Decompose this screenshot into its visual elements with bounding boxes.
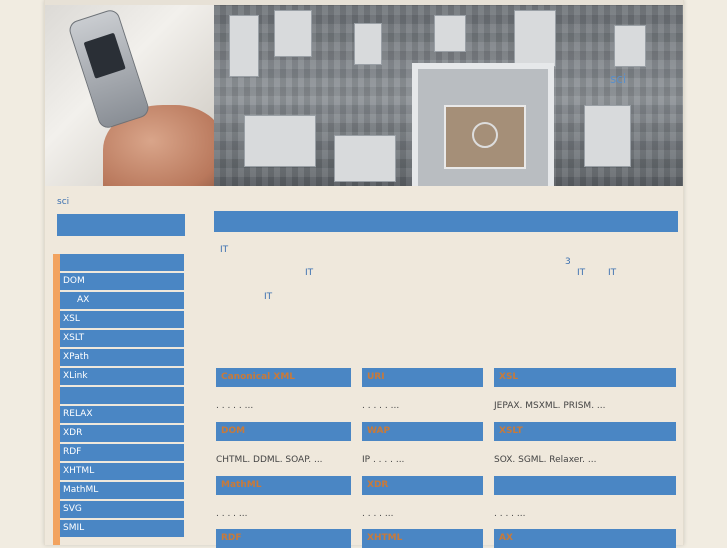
- sidebar-item-label: AX: [77, 295, 90, 305]
- sidebar-item[interactable]: [60, 254, 184, 271]
- sidebar-item-label: XDR: [63, 428, 83, 438]
- main-header-bar: [214, 211, 678, 232]
- sidebar-item-label: SVG: [63, 504, 82, 514]
- site-logo-text: sci: [610, 72, 627, 86]
- sidebar-item[interactable]: XHTML: [60, 463, 184, 480]
- category-card-text: JEPAX. MSXML. PRISM. ...: [494, 401, 606, 411]
- category-card-text: . . . . . ...: [362, 401, 400, 411]
- sidebar-item-label: XPath: [63, 352, 89, 362]
- intro-text: 3: [565, 257, 571, 267]
- banner-phone-photo: [45, 5, 223, 186]
- category-card-text: . . . . ...: [362, 509, 394, 519]
- category-card-title[interactable]: AX: [494, 529, 676, 548]
- intro-text: IT: [577, 268, 586, 278]
- sidebar-item[interactable]: DOM: [60, 273, 184, 290]
- sidebar-item[interactable]: RELAX: [60, 406, 184, 423]
- intro-text: IT: [608, 268, 617, 278]
- category-card-title[interactable]: MathML: [216, 476, 351, 495]
- mobile-phone-image: [66, 7, 152, 131]
- header-banner: sci: [45, 5, 683, 186]
- sidebar-header-bar: [57, 214, 185, 236]
- sidebar-item[interactable]: XDR: [60, 425, 184, 442]
- sidebar-item-label: MathML: [63, 485, 99, 495]
- category-card-title[interactable]: XDR: [362, 476, 483, 495]
- category-card-title[interactable]: WAP: [362, 422, 483, 441]
- category-card-text: . . . . ...: [216, 509, 248, 519]
- category-card-title[interactable]: XSLT: [494, 422, 676, 441]
- category-card-title[interactable]: DOM: [216, 422, 351, 441]
- sidebar-item-label: RELAX: [63, 409, 93, 419]
- category-card-title[interactable]: RDF: [216, 529, 351, 548]
- intro-text: IT: [305, 268, 314, 278]
- breadcrumb-home-link[interactable]: sci: [57, 197, 69, 207]
- sidebar-item[interactable]: AX: [60, 292, 184, 309]
- helipad-marker-icon: [472, 122, 498, 148]
- sidebar-item-label: RDF: [63, 447, 82, 457]
- category-card-text: CHTML. DDML. SOAP. ...: [216, 455, 323, 465]
- category-card-title[interactable]: Canonical XML: [216, 368, 351, 387]
- sidebar-item-label: XSL: [63, 314, 80, 324]
- page-container: sci sci DOM AX XSL XSLT XPath XLink RELAX XDR RD…: [44, 0, 684, 548]
- category-card-text: IP . . . . ...: [362, 455, 405, 465]
- sidebar-item-label: XHTML: [63, 466, 95, 476]
- sidebar-item[interactable]: XSLT: [60, 330, 184, 347]
- sidebar-item[interactable]: SVG: [60, 501, 184, 518]
- sidebar-item[interactable]: XLink: [60, 368, 184, 385]
- sidebar-item[interactable]: [60, 387, 184, 404]
- category-card-title[interactable]: XHTML: [362, 529, 483, 548]
- sidebar-item[interactable]: XPath: [60, 349, 184, 366]
- sidebar-item[interactable]: XSL: [60, 311, 184, 328]
- sidebar-item[interactable]: SMIL: [60, 520, 184, 537]
- category-card-text: SOX. SGML. Relaxer. ...: [494, 455, 597, 465]
- sidebar-item-label: SMIL: [63, 523, 85, 533]
- sidebar-item-label: XSLT: [63, 333, 85, 343]
- sidebar-nav: DOM AX XSL XSLT XPath XLink RELAX XDR RDF XHTML Ma…: [53, 254, 191, 545]
- category-card-text: . . . . ...: [494, 509, 526, 519]
- sidebar-item[interactable]: RDF: [60, 444, 184, 461]
- category-card-text: . . . . . ...: [216, 401, 254, 411]
- category-card-title[interactable]: [494, 476, 676, 495]
- intro-text: IT: [220, 245, 229, 255]
- intro-text: IT: [264, 292, 273, 302]
- sidebar-item[interactable]: MathML: [60, 482, 184, 499]
- category-card-title[interactable]: URI: [362, 368, 483, 387]
- banner-city-photo: sci: [214, 5, 683, 186]
- sidebar-item-label: DOM: [63, 276, 85, 286]
- category-card-title[interactable]: XSL: [494, 368, 676, 387]
- sidebar-item-label: XLink: [63, 371, 88, 381]
